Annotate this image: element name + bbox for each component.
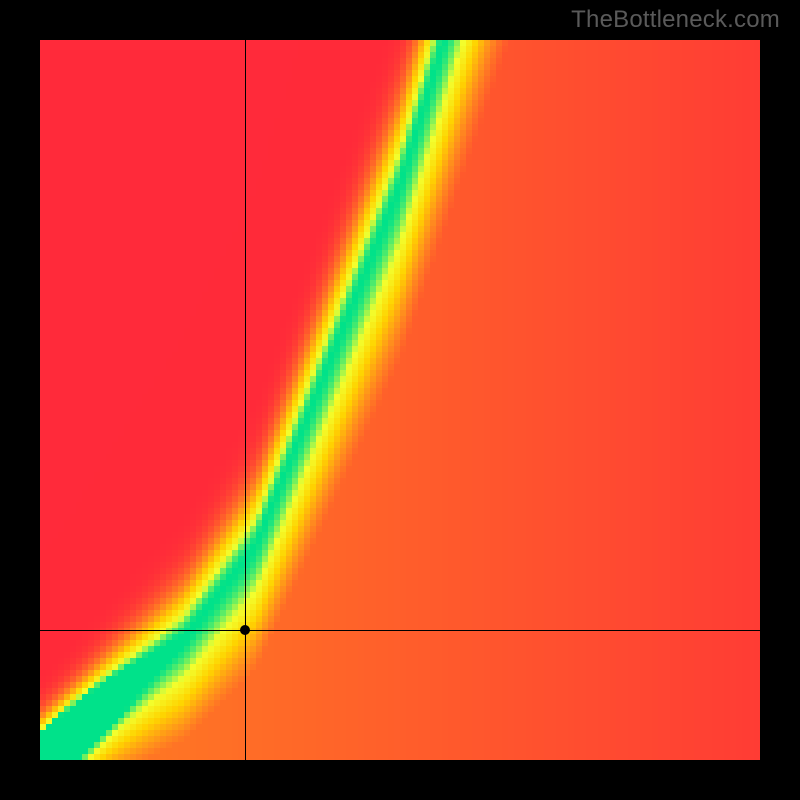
bottleneck-heatmap [40,40,760,760]
chart-frame: TheBottleneck.com [0,0,800,800]
attribution-label: TheBottleneck.com [571,6,780,34]
